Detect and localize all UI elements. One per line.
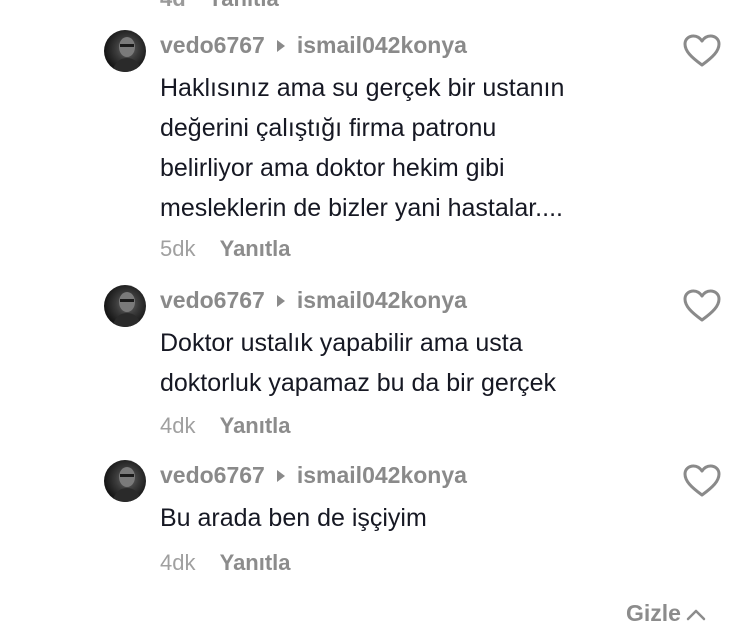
comment-author[interactable]: vedo6767 (160, 462, 265, 489)
comment-thread: 4d Yanıtla vedo6767 ismail042konya Haklı… (0, 0, 750, 630)
heart-outline-icon[interactable] (683, 289, 721, 323)
reply-to-user[interactable]: ismail042konya (297, 32, 467, 59)
comment-author[interactable]: vedo6767 (160, 287, 265, 314)
heart-outline-icon[interactable] (683, 464, 721, 498)
comment-time: 5dk (160, 236, 196, 261)
hide-label: Gizle (626, 600, 681, 626)
play-arrow-icon (276, 469, 285, 482)
reply-button[interactable]: Yanıtla (220, 413, 291, 438)
comment-meta: 4dk Yanıtla (160, 413, 291, 439)
previous-comment-meta: 4d Yanıtla (160, 0, 279, 12)
chevron-up-icon (686, 609, 706, 620)
comment-header: vedo6767 ismail042konya (160, 32, 467, 59)
comment-meta: 5dk Yanıtla (160, 236, 291, 262)
play-arrow-icon (276, 294, 285, 307)
comment-header: vedo6767 ismail042konya (160, 462, 467, 489)
reply-to-user[interactable]: ismail042konya (297, 287, 467, 314)
comment-time: 4dk (160, 413, 196, 438)
comment-time: 4dk (160, 550, 196, 575)
comment-header: vedo6767 ismail042konya (160, 287, 467, 314)
previous-comment-time: 4d (160, 0, 186, 11)
comment-text: Haklısınız ama su gerçek bir ustanın değ… (160, 74, 565, 222)
reply-button[interactable]: Yanıtla (220, 550, 291, 575)
comment-text: Bu arada ben de işçiyim (160, 504, 427, 532)
comment-meta: 4dk Yanıtla (160, 550, 291, 576)
comment-text: Doktor ustalık yapabilir ama usta doktor… (160, 329, 557, 397)
comment-author[interactable]: vedo6767 (160, 32, 265, 59)
avatar[interactable] (104, 30, 146, 72)
hide-replies-button[interactable]: Gizle (626, 600, 707, 627)
reply-button[interactable]: Yanıtla (220, 236, 291, 261)
previous-reply-button[interactable]: Yanıtla (208, 0, 279, 11)
play-arrow-icon (276, 39, 285, 52)
avatar[interactable] (104, 285, 146, 327)
heart-outline-icon[interactable] (683, 34, 721, 68)
avatar[interactable] (104, 460, 146, 502)
reply-to-user[interactable]: ismail042konya (297, 462, 467, 489)
